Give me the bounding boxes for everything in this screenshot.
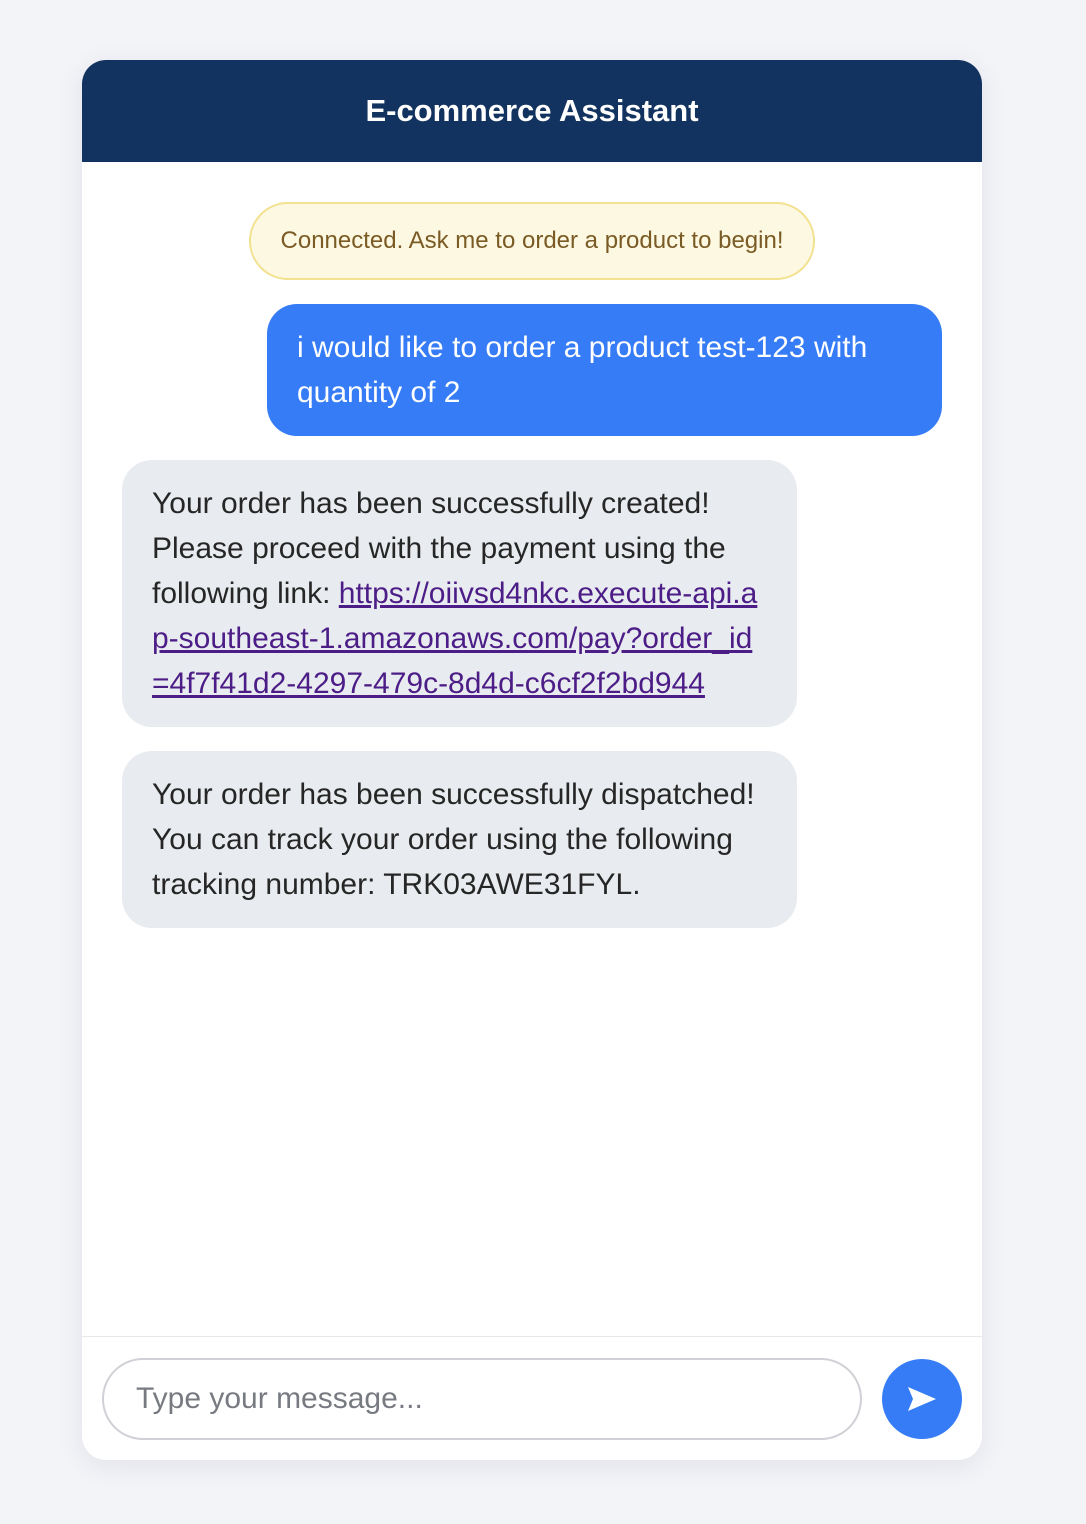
- send-button[interactable]: [882, 1358, 962, 1439]
- send-arrow-icon: [907, 1386, 937, 1412]
- input-bar: [82, 1336, 982, 1460]
- message-input[interactable]: [102, 1357, 862, 1440]
- bot-message: Your order has been successfully dispatc…: [122, 751, 797, 928]
- chat-title: E-commerce Assistant: [365, 93, 699, 128]
- chat-window: E-commerce Assistant Connected. Ask me t…: [82, 60, 982, 1460]
- chat-header: E-commerce Assistant: [82, 60, 982, 162]
- message-list: Connected. Ask me to order a product to …: [82, 162, 982, 1336]
- user-message: i would like to order a product test-123…: [267, 304, 942, 436]
- bot-message: Your order has been successfully created…: [122, 460, 797, 727]
- system-notice: Connected. Ask me to order a product to …: [248, 202, 816, 280]
- user-message-text: i would like to order a product test-123…: [297, 331, 868, 409]
- bot-message-text: Your order has been successfully dispatc…: [152, 778, 755, 901]
- system-notice-text: Connected. Ask me to order a product to …: [280, 227, 784, 254]
